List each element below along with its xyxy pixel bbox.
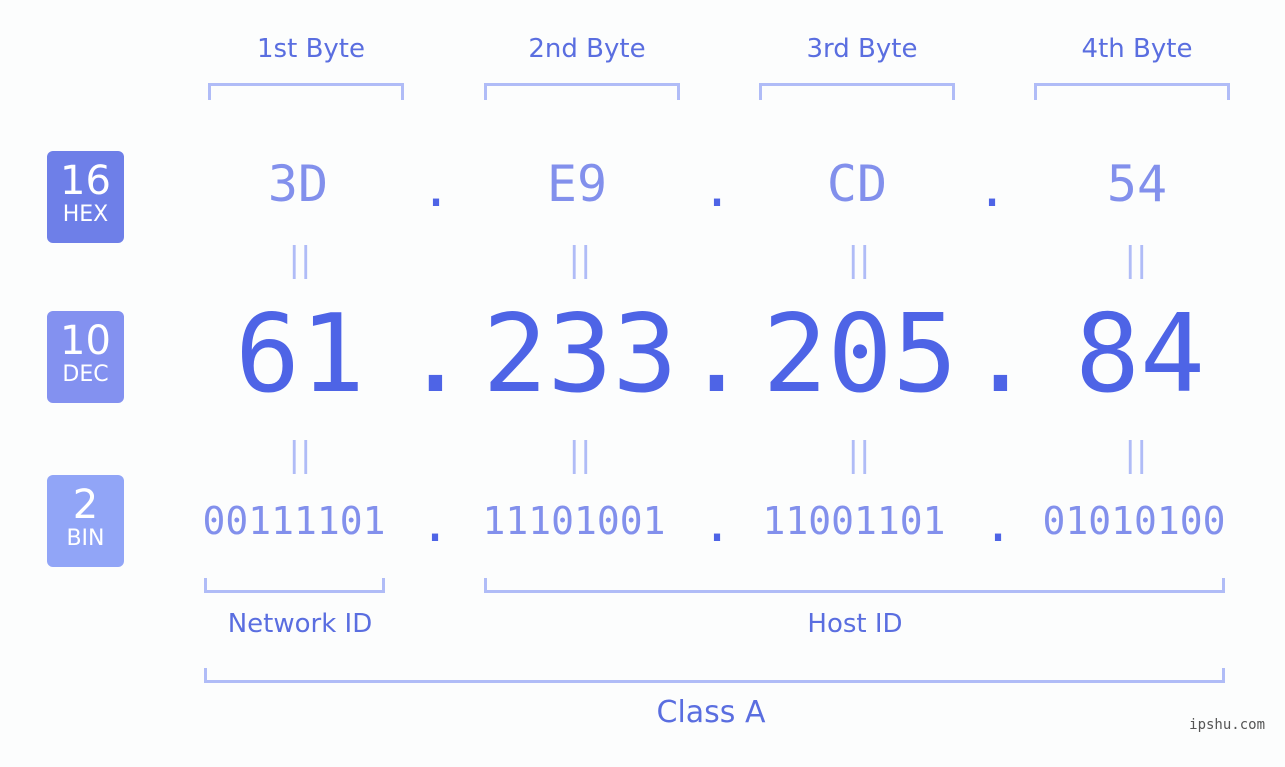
byte-1-bracket [208, 83, 404, 100]
dec-dot-3: . [968, 292, 1034, 417]
equals-sign: || [1124, 240, 1148, 280]
watermark: ipshu.com [1189, 717, 1265, 733]
bin-dot-2: . [701, 495, 733, 553]
byte-1-label: 1st Byte [257, 34, 365, 64]
equals-sign: || [568, 240, 592, 280]
equals-sign: || [288, 240, 312, 280]
dec-dot-1: . [403, 292, 469, 417]
dec-dot-2: . [684, 292, 750, 417]
byte-2-bracket [484, 83, 680, 100]
bin-byte-2: 11101001 [482, 499, 666, 543]
dec-byte-2: 233 [482, 292, 678, 417]
bin-badge: 2 BIN [47, 475, 124, 567]
host-id-bracket [484, 578, 1225, 593]
byte-2-label: 2nd Byte [528, 34, 646, 64]
bin-dot-1: . [419, 495, 451, 553]
dec-badge: 10 DEC [47, 311, 124, 403]
byte-3-bracket [759, 83, 955, 100]
bin-badge-number: 2 [72, 482, 99, 528]
byte-3-label: 3rd Byte [806, 34, 918, 64]
host-id-label: Host ID [807, 609, 903, 639]
hex-byte-4: 54 [1106, 155, 1168, 213]
byte-4-label: 4th Byte [1081, 34, 1193, 64]
hex-dot-1: . [420, 160, 452, 218]
dec-byte-3: 205 [762, 292, 958, 417]
dec-badge-number: 10 [60, 318, 111, 364]
network-id-bracket [204, 578, 385, 593]
byte-4-bracket [1034, 83, 1230, 100]
class-label: Class A [656, 695, 766, 730]
bin-badge-label: BIN [66, 526, 105, 551]
hex-badge: 16 HEX [47, 151, 124, 243]
hex-badge-number: 16 [60, 158, 111, 204]
bin-byte-4: 01010100 [1042, 499, 1226, 543]
hex-badge-label: HEX [62, 202, 109, 227]
equals-sign: || [568, 435, 592, 475]
equals-sign: || [847, 240, 871, 280]
hex-byte-3: CD [826, 155, 888, 213]
equals-sign: || [288, 435, 312, 475]
hex-dot-2: . [701, 160, 733, 218]
dec-byte-4: 84 [1074, 292, 1206, 417]
bin-byte-1: 00111101 [202, 499, 386, 543]
network-id-label: Network ID [227, 609, 373, 639]
equals-sign: || [1124, 435, 1148, 475]
dec-badge-label: DEC [62, 362, 109, 387]
dec-byte-1: 61 [234, 292, 366, 417]
bin-byte-3: 11001101 [762, 499, 946, 543]
hex-byte-2: E9 [546, 155, 608, 213]
bin-dot-3: . [982, 495, 1014, 553]
equals-sign: || [847, 435, 871, 475]
hex-byte-1: 3D [267, 155, 329, 213]
class-bracket [204, 668, 1225, 683]
hex-dot-3: . [976, 160, 1008, 218]
